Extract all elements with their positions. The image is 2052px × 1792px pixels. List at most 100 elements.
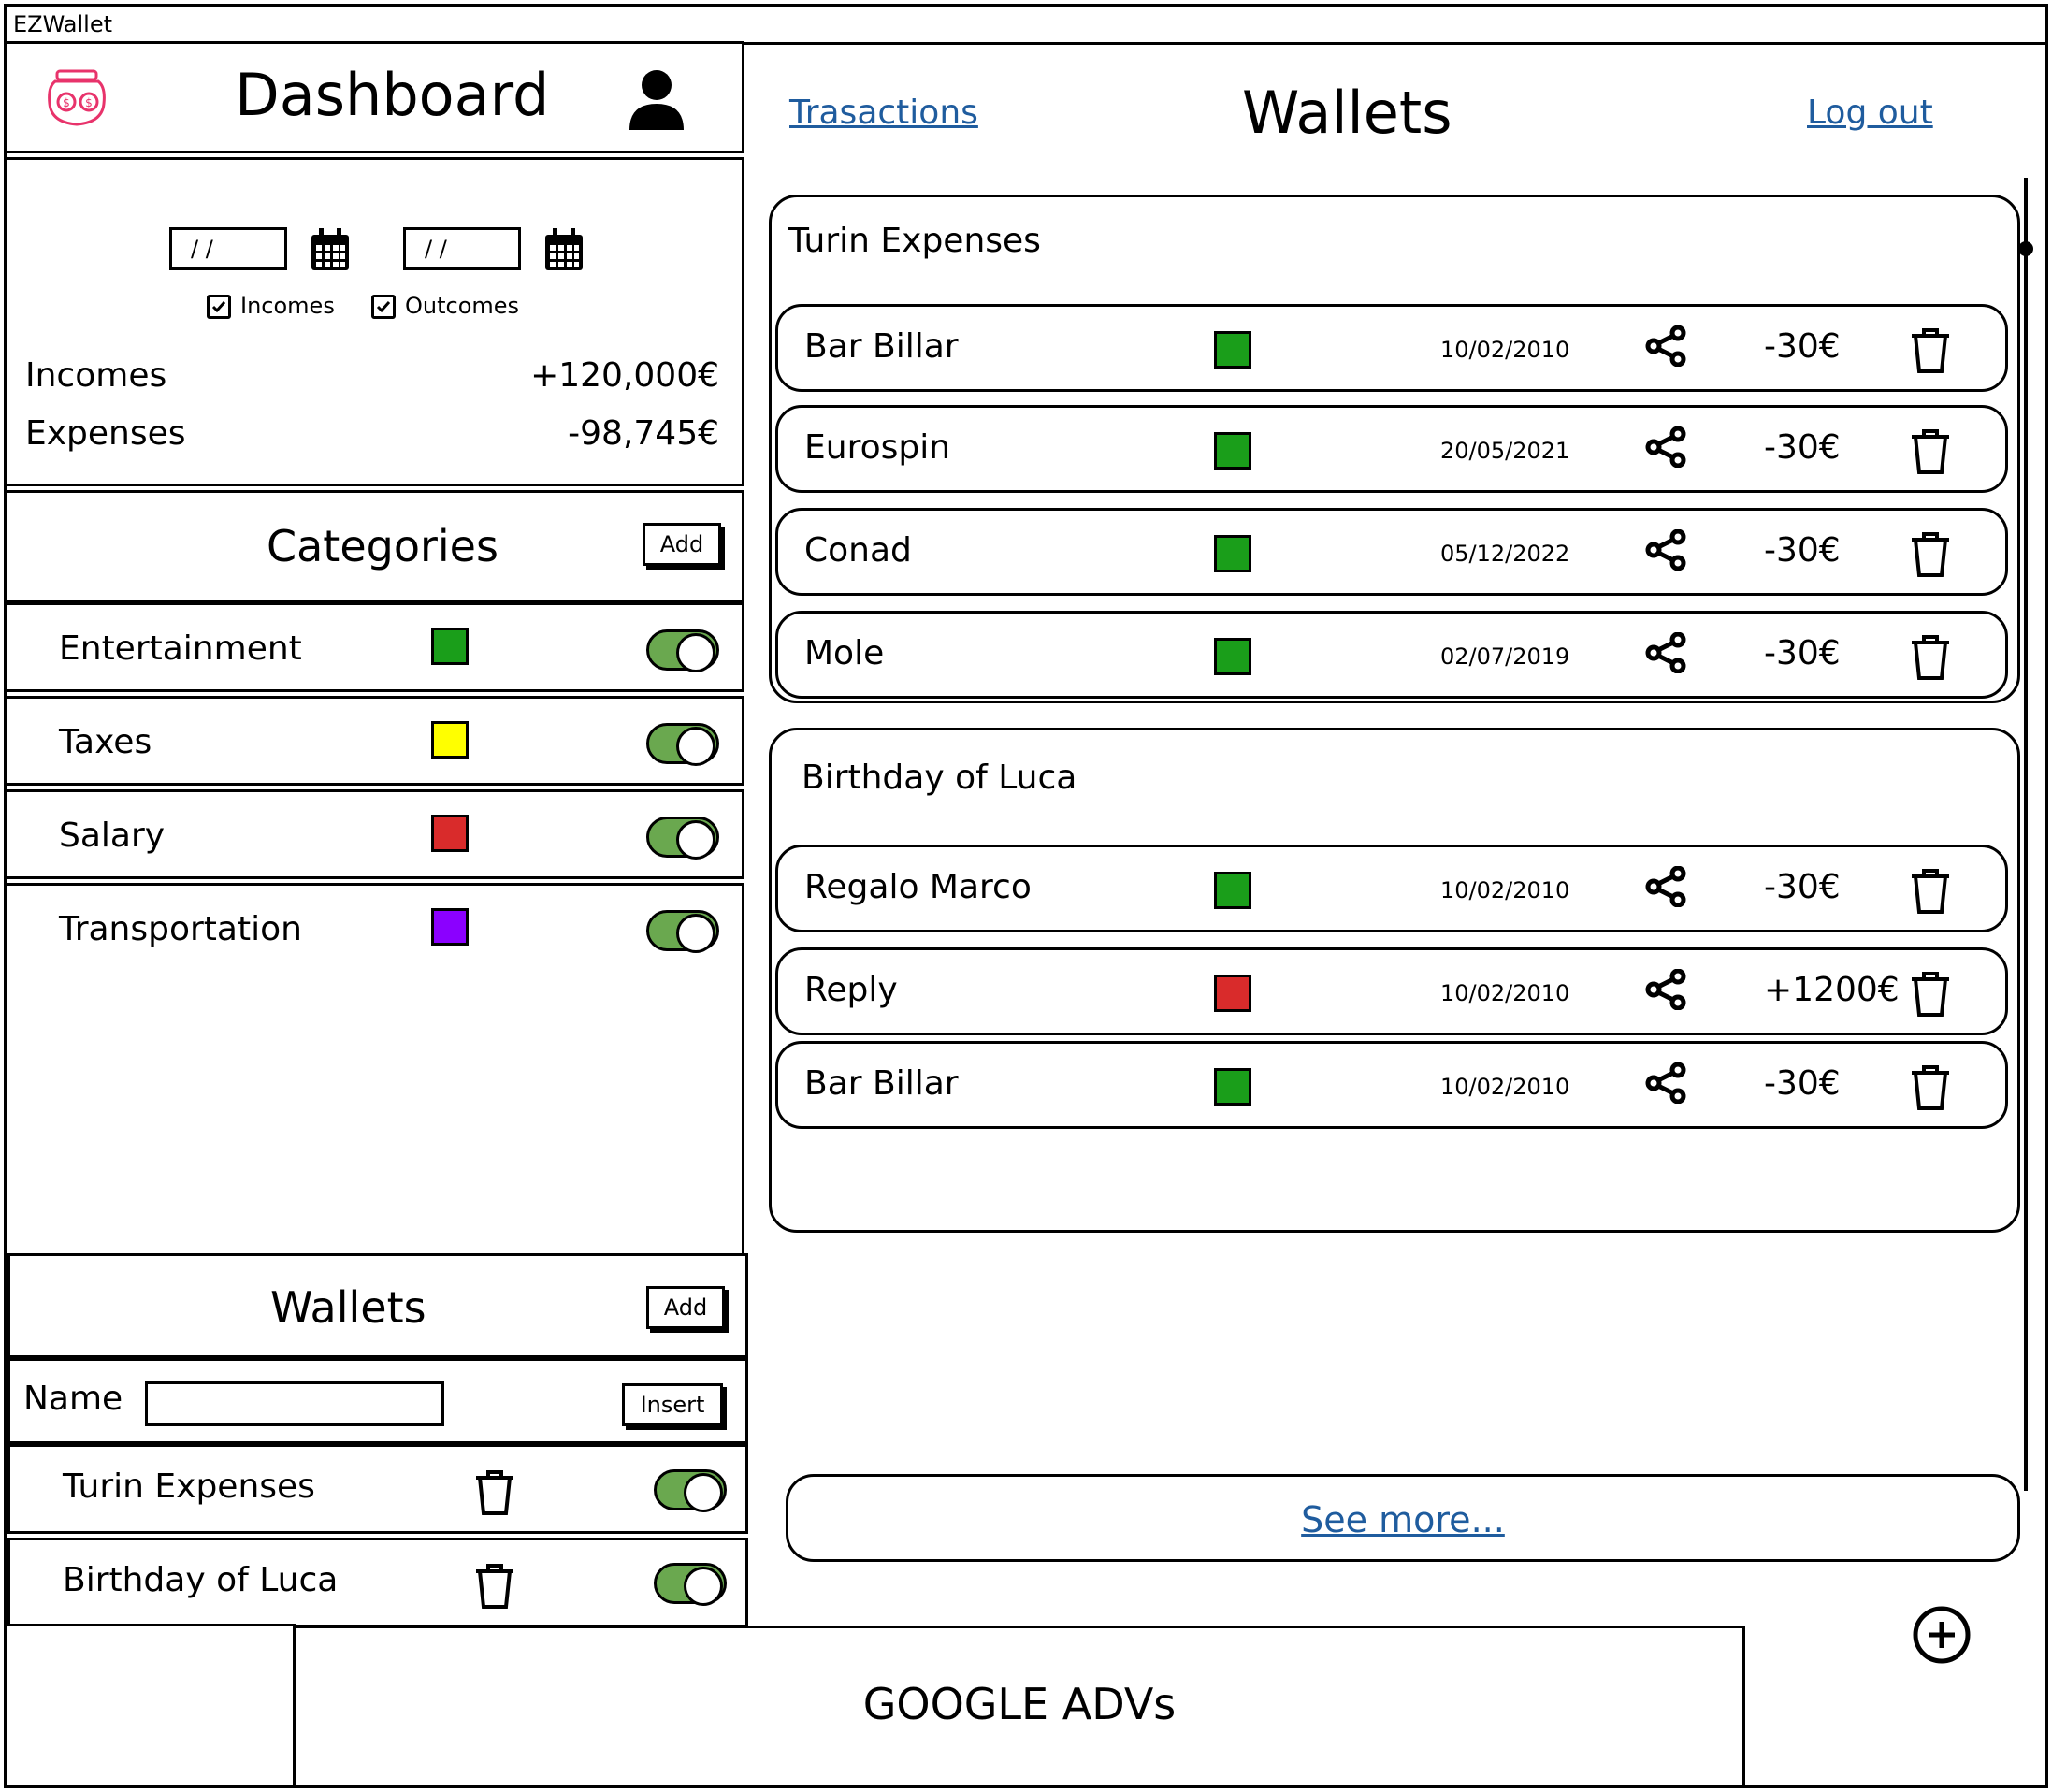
svg-text:$: $ (63, 96, 70, 109)
date-to-input[interactable]: / / (403, 227, 521, 270)
category-row: Taxes (4, 696, 744, 786)
category-color-swatch (431, 628, 469, 665)
category-name: Taxes (59, 723, 152, 761)
transaction-name: Regalo Marco (804, 868, 1032, 906)
share-icon[interactable] (1644, 1062, 1687, 1104)
incomes-checkbox-label: Incomes (240, 293, 335, 319)
transaction-amount: -30€ (1764, 868, 1841, 906)
incomes-summary-value: +120,000€ (530, 356, 719, 395)
category-color-swatch (431, 815, 469, 852)
logout-link[interactable]: Log out (1807, 94, 1933, 132)
trash-icon[interactable] (1910, 971, 1951, 1018)
sidebar-wallet-name: Birthday of Luca (63, 1561, 339, 1599)
dashboard-header: $ $ Dashboard (4, 41, 744, 153)
money-jar-icon: $ $ (44, 68, 109, 128)
transaction-name: Mole (804, 634, 885, 672)
wallet-group-title: Turin Expenses (788, 222, 1041, 260)
see-more-container[interactable]: See more... (786, 1474, 2020, 1562)
category-toggle[interactable] (646, 723, 719, 766)
share-icon[interactable] (1644, 426, 1687, 468)
scrollbar-track[interactable] (2024, 178, 2028, 1491)
transaction-category-swatch (1214, 432, 1251, 470)
new-wallet-form: Name Insert (7, 1358, 748, 1444)
wallet-group: Birthday of Luca Regalo Marco 10/02/2010 -3… (769, 728, 2020, 1233)
transaction-amount: -30€ (1764, 327, 1841, 366)
category-name: Transportation (59, 910, 302, 948)
categories-title: Categories (267, 521, 499, 571)
outcomes-checkbox[interactable] (371, 295, 396, 319)
trash-icon[interactable] (1910, 1064, 1951, 1111)
transaction-amount: -30€ (1764, 1064, 1841, 1103)
category-color-swatch (431, 721, 469, 759)
transaction-category-swatch (1214, 975, 1251, 1012)
transaction-date: 10/02/2010 (1440, 337, 1570, 363)
category-toggle[interactable] (646, 817, 719, 860)
category-toggle[interactable] (646, 910, 719, 953)
trash-icon[interactable] (1910, 634, 1951, 681)
share-icon[interactable] (1644, 632, 1687, 673)
trash-icon[interactable] (474, 1563, 515, 1610)
expenses-summary-label: Expenses (25, 414, 186, 453)
transaction-category-swatch (1214, 1068, 1251, 1106)
trash-icon[interactable] (1910, 531, 1951, 578)
trash-icon[interactable] (474, 1469, 515, 1516)
transaction-row[interactable]: Regalo Marco 10/02/2010 -30€ (775, 845, 2008, 932)
sidebar-wallet-toggle[interactable] (654, 1563, 727, 1606)
transaction-amount: -30€ (1764, 428, 1841, 467)
wallet-name-label: Name (23, 1380, 123, 1418)
transaction-row[interactable]: Eurospin 20/05/2021 -30€ (775, 405, 2008, 493)
transaction-row[interactable]: Bar Billar 10/02/2010 -30€ (775, 1041, 2008, 1129)
sidebar-wallet-toggle[interactable] (654, 1469, 727, 1512)
share-icon[interactable] (1644, 325, 1687, 367)
share-icon[interactable] (1644, 969, 1687, 1010)
category-toggle[interactable] (646, 629, 719, 672)
transaction-name: Bar Billar (804, 1064, 959, 1103)
transaction-date: 02/07/2019 (1440, 643, 1570, 670)
wallet-name-input[interactable] (145, 1381, 444, 1426)
transaction-name: Conad (804, 531, 912, 570)
sidebar-wallet-row: Birthday of Luca (7, 1538, 748, 1627)
trash-icon[interactable] (1910, 868, 1951, 915)
window-title: EZWallet (13, 11, 113, 37)
share-icon[interactable] (1644, 529, 1687, 571)
outcomes-checkbox-label: Outcomes (405, 293, 520, 319)
transaction-row[interactable]: Mole 02/07/2019 -30€ (775, 611, 2008, 699)
user-icon[interactable] (628, 68, 686, 130)
category-color-swatch (431, 908, 469, 946)
transaction-category-swatch (1214, 872, 1251, 909)
wallets-sidebar-header: Wallets Add (7, 1253, 748, 1358)
transaction-row[interactable]: Reply 10/02/2010 +1200€ (775, 947, 2008, 1035)
transaction-amount: -30€ (1764, 634, 1841, 672)
incomes-summary-label: Incomes (25, 356, 167, 395)
transaction-date: 10/02/2010 (1440, 1074, 1570, 1100)
trash-icon[interactable] (1910, 428, 1951, 475)
transaction-date: 10/02/2010 (1440, 877, 1570, 903)
share-icon[interactable] (1644, 866, 1687, 907)
sidebar-wallet-row: Turin Expenses (7, 1444, 748, 1534)
transaction-date: 10/02/2010 (1440, 980, 1570, 1006)
transaction-date: 20/05/2021 (1440, 438, 1570, 464)
wallet-group-title: Birthday of Luca (802, 759, 1077, 797)
calendar-icon[interactable] (310, 227, 351, 272)
add-category-button[interactable]: Add (643, 523, 721, 566)
insert-wallet-button[interactable]: Insert (622, 1383, 723, 1426)
title-bar: EZWallet (4, 4, 2048, 45)
transaction-row[interactable]: Bar Billar 10/02/2010 -30€ (775, 304, 2008, 392)
incomes-checkbox[interactable] (207, 295, 231, 319)
category-row: Entertainment (4, 602, 744, 692)
date-from-input[interactable]: / / (169, 227, 287, 270)
add-wallet-button[interactable]: Add (646, 1286, 725, 1329)
scrollbar-thumb[interactable] (2018, 241, 2033, 256)
trash-icon[interactable] (1910, 327, 1951, 374)
category-name: Salary (59, 817, 166, 855)
plus-circle-icon[interactable] (1912, 1605, 1972, 1665)
page-title: Wallets (1242, 79, 1452, 147)
calendar-icon[interactable] (543, 227, 585, 272)
ads-banner[interactable]: GOOGLE ADVs (294, 1626, 1745, 1788)
svg-text:$: $ (85, 96, 93, 109)
expenses-summary-value: -98,745€ (568, 414, 719, 453)
see-more-link[interactable]: See more... (788, 1499, 2017, 1540)
transactions-link[interactable]: Trasactions (789, 94, 978, 132)
transaction-name: Bar Billar (804, 327, 959, 366)
transaction-row[interactable]: Conad 05/12/2022 -30€ (775, 508, 2008, 596)
